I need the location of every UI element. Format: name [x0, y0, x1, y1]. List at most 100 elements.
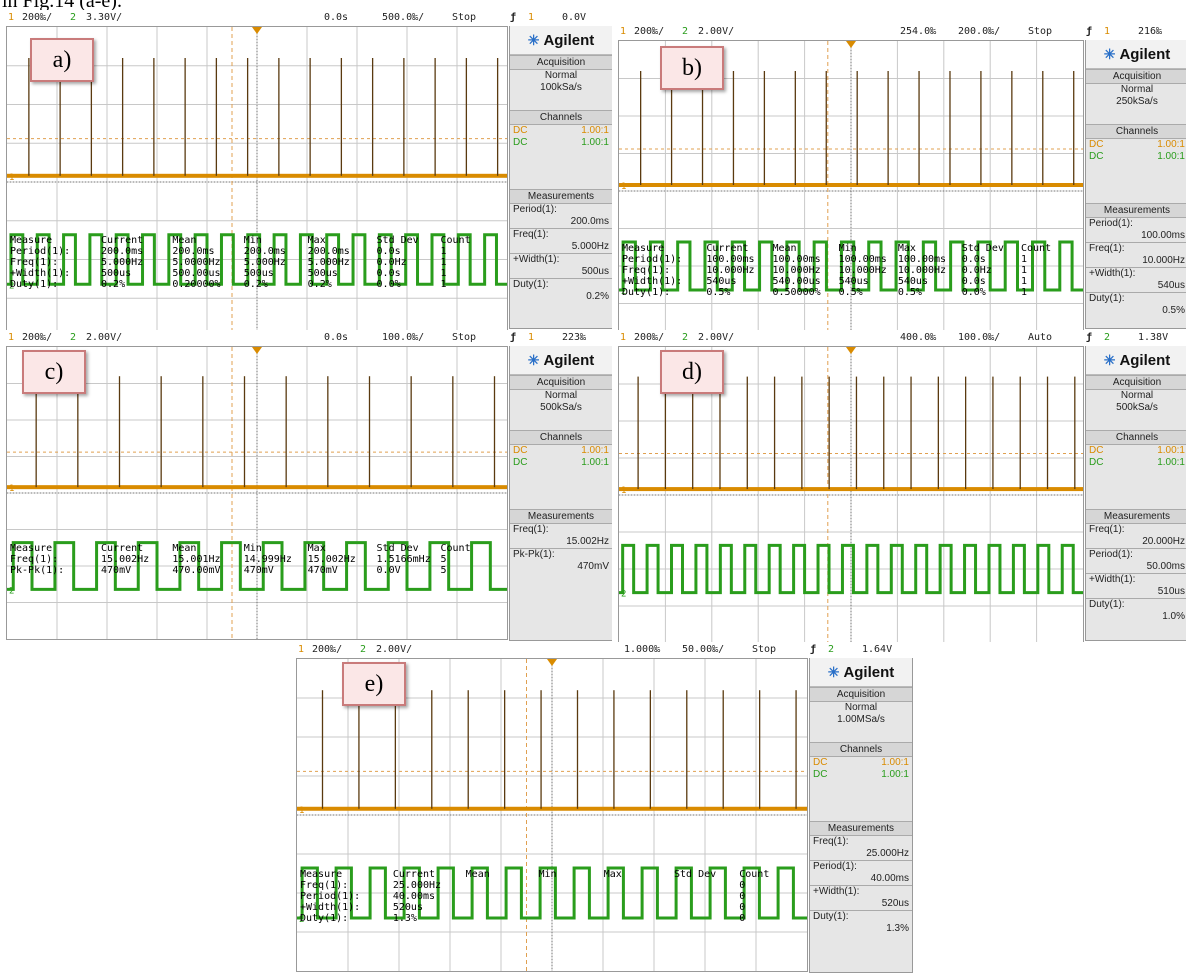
- time-per-div: 100.0‰/: [958, 332, 1001, 343]
- channel-row-1: DC 1.00:1: [1086, 445, 1186, 457]
- acquisition-mode: Normal: [544, 390, 578, 401]
- sample-rate: 500kSa/s: [540, 402, 582, 413]
- measurements-header[interactable]: Measurements: [510, 509, 612, 524]
- table-header-cell: Current: [392, 868, 436, 880]
- channels-header[interactable]: Channels: [1086, 430, 1186, 445]
- run-mode: Auto: [1028, 332, 1053, 343]
- probe-ratio: 1.00:1: [881, 769, 909, 780]
- ch2-scale: 2.00V/: [376, 644, 413, 655]
- ch1-number: 1: [8, 12, 15, 23]
- measurement-value: 50.00ms: [1146, 561, 1185, 572]
- table-cell: 10.000Hz: [838, 264, 887, 276]
- trigger-marker-icon: [252, 27, 262, 34]
- table-header-cell: Min: [243, 543, 262, 555]
- measurement-label: Freq(1):: [513, 524, 549, 535]
- table-cell: 1: [1021, 286, 1028, 298]
- channels-header[interactable]: Channels: [810, 742, 912, 757]
- measurement-label: Duty(1):: [510, 278, 612, 291]
- agilent-side-panel: ✳ Agilent Acquisition Normal 500kSa/s Channel…: [1085, 346, 1186, 641]
- table-row: Freq(1): 10.000Hz 10.000Hz 10.000Hz 10.000Hz…: [622, 265, 1078, 276]
- measurement-label: Pk-Pk(1):: [510, 548, 612, 561]
- table-cell: 0.2%: [307, 279, 332, 291]
- table-cell: 0.5%: [838, 286, 863, 298]
- table-cell: +Width(1):: [300, 901, 361, 913]
- sample-rate: 250kSa/s: [1116, 96, 1158, 107]
- ch1-scale: 200‰/: [22, 332, 53, 343]
- run-mode: Stop: [752, 644, 777, 655]
- measurement-label: Period(1):: [810, 860, 912, 873]
- acquisition-header[interactable]: Acquisition: [510, 375, 612, 390]
- status-bar: 1 200‰/2 2.00V/0.0s 100.0‰/Stop ƒ 1 223‰: [0, 330, 612, 346]
- scope-panel-a: 1 200‰/2 3.30V/0.0s 500.0‰/Stop ƒ 1 0.0V 1 2 Meas…: [0, 10, 612, 330]
- acquisition-header[interactable]: Acquisition: [810, 687, 912, 702]
- table-cell: 5: [440, 565, 447, 577]
- table-header-cell: Current: [706, 242, 749, 254]
- time-position: 0.0s: [324, 12, 349, 23]
- table-cell: 0.2%: [243, 279, 268, 291]
- measurement-label: Freq(1):: [1086, 242, 1186, 255]
- table-header-cell: Count: [440, 543, 471, 555]
- table-header-cell: Max: [897, 242, 916, 254]
- agilent-spark-icon: ✳: [527, 352, 540, 368]
- measurement-label: +Width(1):: [810, 885, 912, 898]
- table-cell: 10.000Hz: [897, 264, 947, 276]
- measurements-header[interactable]: Measurements: [510, 189, 612, 204]
- table-header-cell: Measure: [10, 235, 53, 247]
- measurement-table: Measure Current Mean Min Max Std Dev Count Peri…: [10, 235, 502, 290]
- measurement-value: 470mV: [577, 561, 609, 572]
- channel-coupling: DC: [1089, 445, 1104, 456]
- table-cell: 1: [1021, 264, 1028, 276]
- measurements-header[interactable]: Measurements: [1086, 509, 1186, 524]
- ch1-trace: [7, 485, 507, 490]
- time-position: 0.0s: [324, 332, 349, 343]
- trigger-marker-icon: [846, 347, 856, 354]
- ch1-marker-icon: 1: [9, 173, 14, 183]
- table-cell: 200.0ms: [101, 246, 144, 258]
- trigger-icon: ƒ: [510, 12, 517, 23]
- table-cell: 10.000Hz: [706, 264, 755, 276]
- table-cell: 500us: [243, 268, 274, 280]
- measurements-header[interactable]: Measurements: [810, 821, 912, 836]
- measurements-header[interactable]: Measurements: [1086, 203, 1186, 218]
- trigger-icon: ƒ: [1086, 26, 1093, 37]
- probe-ratio: 1.00:1: [581, 125, 609, 136]
- table-header-cell: Min: [243, 235, 262, 247]
- channels-header[interactable]: Channels: [510, 430, 612, 445]
- acquisition-header[interactable]: Acquisition: [510, 55, 612, 70]
- ch1-trace: [619, 487, 1083, 492]
- ch2-scale: 2.00V/: [698, 332, 735, 343]
- table-cell: 0.0s: [376, 268, 401, 280]
- table-cell: 1: [440, 257, 447, 269]
- sample-rate: 1.00MSa/s: [837, 714, 885, 725]
- measurement-value: 510us: [1157, 586, 1185, 597]
- table-cell: 500.00us: [172, 268, 221, 280]
- scope-panel-c: 1 200‰/2 2.00V/0.0s 100.0‰/Stop ƒ 1 223‰ 1 2 Meas…: [0, 330, 612, 642]
- table-cell: 0.0s: [376, 246, 401, 258]
- acquisition-header[interactable]: Acquisition: [1086, 69, 1186, 84]
- ch1-scale: 200‰/: [634, 332, 665, 343]
- table-cell: Freq(1):: [300, 879, 349, 891]
- table-cell: 470.00mV: [172, 565, 221, 577]
- channels-header[interactable]: Channels: [1086, 124, 1186, 139]
- ch1-marker-icon: 1: [299, 806, 304, 816]
- measurement-label: Duty(1):: [1086, 292, 1186, 305]
- table-cell: 0.0s: [961, 275, 986, 287]
- trigger-icon: ƒ: [810, 644, 817, 655]
- table-cell: 100.00ms: [897, 253, 947, 265]
- table-cell: 0.0%: [376, 279, 401, 291]
- measurement-table: Measure Current Mean Min Max Std Dev Count Freq…: [10, 543, 502, 576]
- table-header-cell: Current: [101, 235, 144, 247]
- channel-row-2: DC 1.00:1: [1086, 151, 1186, 163]
- time-per-div: 100.0‰/: [382, 332, 425, 343]
- channels-header[interactable]: Channels: [510, 110, 612, 125]
- acquisition-header[interactable]: Acquisition: [1086, 375, 1186, 390]
- ch1-number: 1: [620, 26, 627, 37]
- table-row: Freq(1): 15.002Hz 15.001Hz 14.999Hz 15.002Hz…: [10, 554, 502, 565]
- acquisition-mode: Normal: [844, 702, 878, 713]
- table-cell: 1: [1021, 253, 1028, 265]
- measurement-value: 15.002Hz: [566, 536, 609, 547]
- table-cell: 1: [440, 268, 447, 280]
- measurement-label: Period(1):: [1086, 548, 1186, 561]
